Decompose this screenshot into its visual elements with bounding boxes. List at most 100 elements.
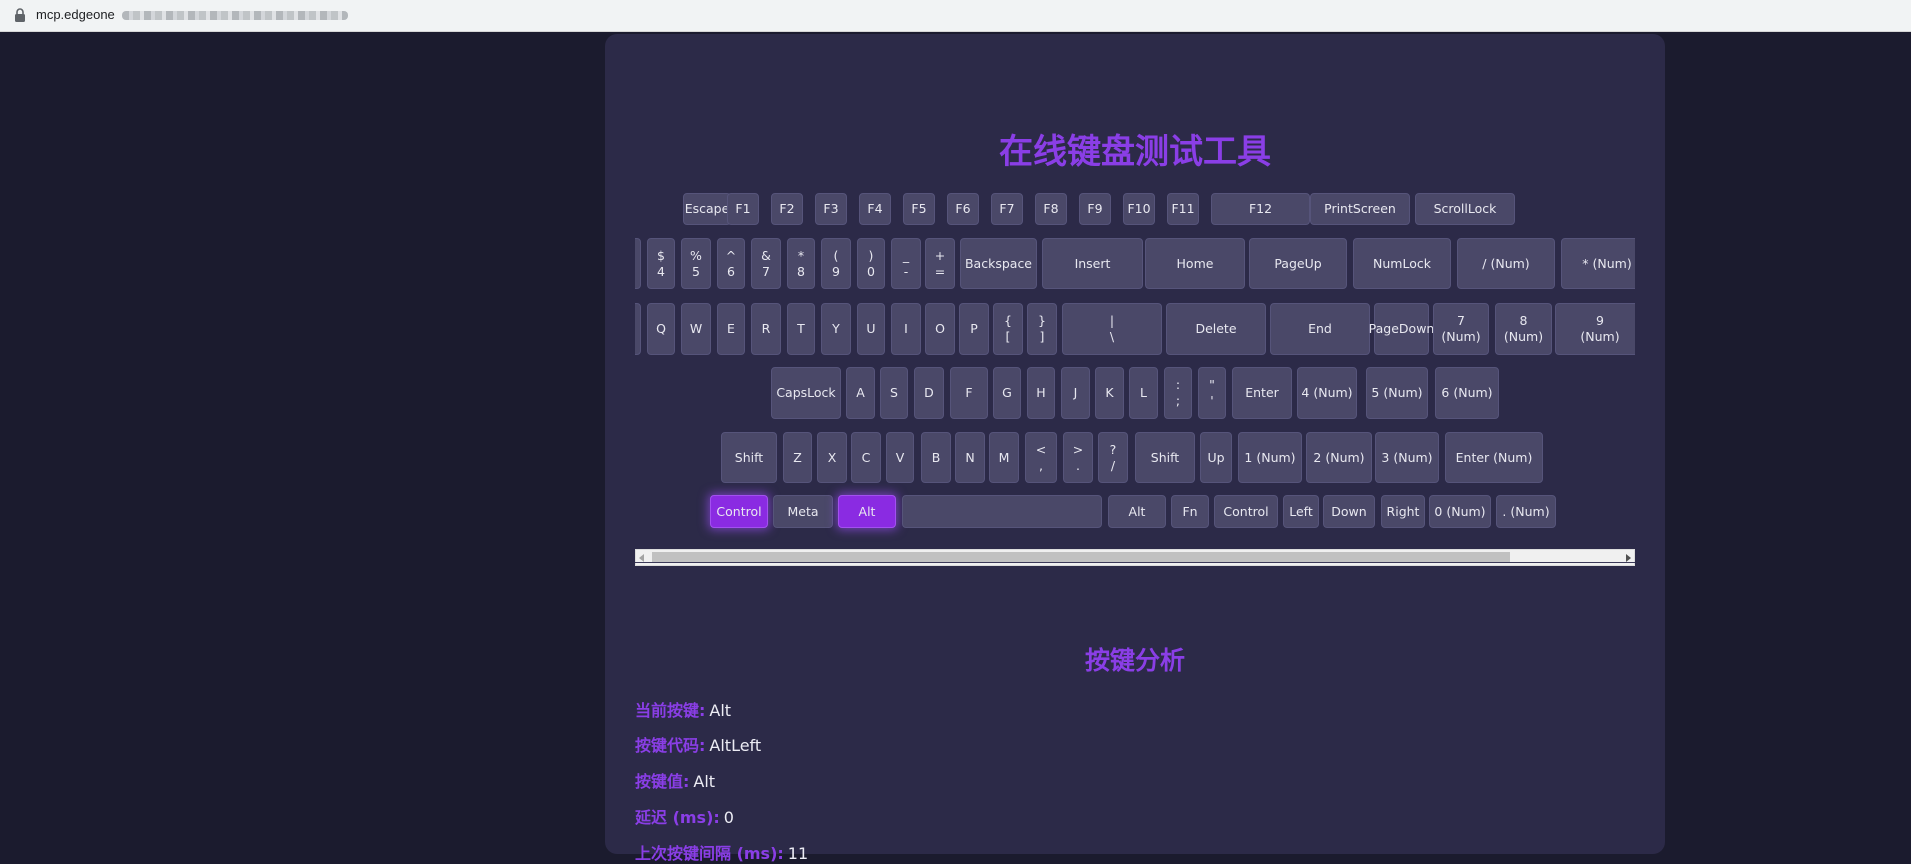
key-6-num[interactable]: 6 (Num)	[1435, 367, 1499, 419]
key-end[interactable]: End	[1270, 303, 1370, 355]
scroll-left-arrow-icon[interactable]	[639, 554, 644, 562]
key-8-num[interactable]: 8 (Num)	[1495, 303, 1552, 355]
scroll-right-arrow-icon[interactable]	[1626, 554, 1631, 562]
key-symbol[interactable]: " '	[1198, 367, 1226, 419]
key-symbol[interactable]: ? /	[1098, 432, 1128, 483]
key-w[interactable]: W	[681, 303, 711, 355]
key-5[interactable]: % 5	[681, 238, 711, 289]
key-blank-space[interactable]	[902, 495, 1102, 528]
key-x[interactable]: X	[817, 432, 847, 483]
key-s[interactable]: S	[880, 367, 908, 419]
key-r[interactable]: R	[751, 303, 781, 355]
key-f10[interactable]: F10	[1123, 193, 1155, 225]
key-shift[interactable]: Shift	[1135, 432, 1195, 483]
key-b[interactable]: B	[921, 432, 951, 483]
key-fn[interactable]: Fn	[1171, 495, 1209, 528]
key-f2[interactable]: F2	[771, 193, 803, 225]
key-blank-partial[interactable]	[635, 238, 641, 289]
key-i[interactable]: I	[891, 303, 921, 355]
key-insert[interactable]: Insert	[1042, 238, 1143, 289]
key-symbol[interactable]: < ,	[1025, 432, 1057, 483]
key-f5[interactable]: F5	[903, 193, 935, 225]
key-left[interactable]: Left	[1283, 495, 1319, 528]
key-blank-partial[interactable]	[635, 303, 641, 355]
key-0-num[interactable]: 0 (Num)	[1429, 495, 1491, 528]
key-delete[interactable]: Delete	[1166, 303, 1266, 355]
key-5-num[interactable]: 5 (Num)	[1366, 367, 1428, 419]
key-v[interactable]: V	[886, 432, 914, 483]
key-h[interactable]: H	[1027, 367, 1055, 419]
key-backspace[interactable]: Backspace	[960, 238, 1037, 289]
key-f[interactable]: F	[950, 367, 988, 419]
browser-address-bar[interactable]: mcp.edgeone	[0, 0, 1911, 32]
key-k[interactable]: K	[1095, 367, 1124, 419]
key-y[interactable]: Y	[821, 303, 851, 355]
key-j[interactable]: J	[1061, 367, 1090, 419]
key-capslock[interactable]: CapsLock	[771, 367, 841, 419]
key-down[interactable]: Down	[1323, 495, 1375, 528]
key-f4[interactable]: F4	[859, 193, 891, 225]
key-a[interactable]: A	[846, 367, 875, 419]
key-z[interactable]: Z	[783, 432, 812, 483]
key-f9[interactable]: F9	[1079, 193, 1111, 225]
keyboard[interactable]: Escape F1 F2 F3 F4 F5 F6 F7 F8 F9 F10 F11 F12 PrintSc…	[635, 185, 1635, 557]
key-symbol[interactable]: | \	[1062, 303, 1162, 355]
key-symbol[interactable]: } ]	[1027, 303, 1057, 355]
key-num[interactable]: / (Num)	[1457, 238, 1555, 289]
key-enter-num[interactable]: Enter (Num)	[1445, 432, 1543, 483]
key-7-num[interactable]: 7 (Num)	[1433, 303, 1489, 355]
key-f11[interactable]: F11	[1167, 193, 1199, 225]
key-g[interactable]: G	[993, 367, 1021, 419]
key-symbol[interactable]: { [	[993, 303, 1023, 355]
key-num[interactable]: * (Num)	[1561, 238, 1635, 289]
key-2-num[interactable]: 2 (Num)	[1306, 432, 1372, 483]
key-symbol[interactable]: > .	[1063, 432, 1093, 483]
key-l[interactable]: L	[1129, 367, 1158, 419]
key-d[interactable]: D	[914, 367, 944, 419]
key-p[interactable]: P	[959, 303, 989, 355]
key-f8[interactable]: F8	[1035, 193, 1067, 225]
key-up[interactable]: Up	[1200, 432, 1232, 483]
key-meta[interactable]: Meta	[773, 495, 833, 528]
key-scrolllock[interactable]: ScrollLock	[1415, 193, 1515, 225]
key-control[interactable]: Control	[710, 495, 768, 528]
key-f7[interactable]: F7	[991, 193, 1023, 225]
key-f6[interactable]: F6	[947, 193, 979, 225]
key-1-num[interactable]: 1 (Num)	[1238, 432, 1302, 483]
key-n[interactable]: N	[955, 432, 985, 483]
key-num[interactable]: . (Num)	[1496, 495, 1556, 528]
key-7[interactable]: & 7	[751, 238, 781, 289]
key-9-num[interactable]: 9 (Num)	[1555, 303, 1635, 355]
key-control[interactable]: Control	[1214, 495, 1278, 528]
key-symbol[interactable]: + =	[925, 238, 955, 289]
key-3-num[interactable]: 3 (Num)	[1375, 432, 1439, 483]
key-8[interactable]: * 8	[787, 238, 815, 289]
key-pageup[interactable]: PageUp	[1249, 238, 1347, 289]
key-symbol[interactable]: _ -	[891, 238, 921, 289]
key-m[interactable]: M	[989, 432, 1019, 483]
key-f1[interactable]: F1	[727, 193, 759, 225]
key-enter[interactable]: Enter	[1232, 367, 1292, 419]
key-right[interactable]: Right	[1381, 495, 1425, 528]
key-t[interactable]: T	[787, 303, 815, 355]
key-q[interactable]: Q	[647, 303, 675, 355]
key-e[interactable]: E	[717, 303, 745, 355]
key-alt[interactable]: Alt	[838, 495, 896, 528]
key-alt[interactable]: Alt	[1108, 495, 1166, 528]
key-escape[interactable]: Escape	[683, 193, 731, 225]
key-printscreen[interactable]: PrintScreen	[1310, 193, 1410, 225]
key-6[interactable]: ^ 6	[717, 238, 745, 289]
key-4-num[interactable]: 4 (Num)	[1297, 367, 1357, 419]
key-pagedown[interactable]: PageDown	[1369, 303, 1434, 355]
url-text[interactable]: mcp.edgeone	[36, 7, 115, 22]
key-0[interactable]: ) 0	[857, 238, 885, 289]
key-symbol[interactable]: : ;	[1164, 367, 1192, 419]
key-f12[interactable]: F12	[1211, 193, 1310, 225]
key-o[interactable]: O	[925, 303, 955, 355]
key-9[interactable]: ( 9	[821, 238, 851, 289]
keyboard-horizontal-scrollbar[interactable]	[635, 549, 1635, 566]
key-f3[interactable]: F3	[815, 193, 847, 225]
key-numlock[interactable]: NumLock	[1353, 238, 1451, 289]
key-home[interactable]: Home	[1145, 238, 1245, 289]
key-4[interactable]: $ 4	[647, 238, 675, 289]
